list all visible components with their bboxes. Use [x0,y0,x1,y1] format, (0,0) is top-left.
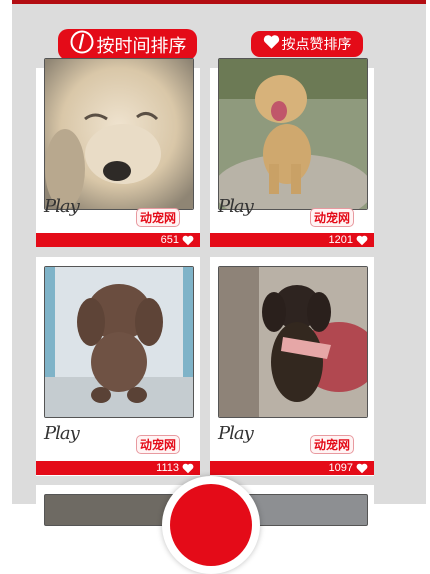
brand-logo: 动宠网 [309,208,354,227]
brand-logo: 动宠网 [135,208,180,227]
pet-photo[interactable] [44,58,194,210]
heart-icon[interactable] [182,463,194,474]
clock-icon [69,29,95,60]
likes-bar: 651 [36,233,200,247]
sort-by-likes-label: 按点赞排序 [281,37,352,53]
sort-by-time-label: 按时间排序 [96,35,187,57]
play-logo: Play [44,196,80,217]
brand-logo: 动宠网 [135,435,180,454]
upload-button[interactable] [162,476,260,574]
top-bar [12,0,426,4]
like-count: 1113 [156,462,179,474]
brand-logo: 动宠网 [309,435,354,454]
play-logo: Play [218,423,254,444]
likes-bar: 1113 [36,461,200,475]
photo-card[interactable]: Play 动宠网 651 [36,58,200,247]
likes-bar: 1097 [210,461,374,475]
play-logo: Play [218,196,254,217]
photo-card[interactable]: Play 动宠网 1097 [210,257,374,476]
upload-button-core [170,484,252,566]
pet-photo[interactable] [44,266,194,418]
pet-photo[interactable] [218,266,368,418]
likes-bar: 1201 [210,233,374,247]
heart-icon[interactable] [356,463,368,474]
heart-icon[interactable] [182,235,194,246]
photo-card[interactable]: Play 动宠网 1113 [36,257,200,476]
like-count: 1097 [328,462,353,474]
play-logo: Play [44,423,80,444]
photo-card[interactable]: Play 动宠网 1201 [210,58,374,247]
heart-icon[interactable] [356,235,368,246]
heart-icon [263,34,280,54]
like-count: 651 [160,234,179,246]
sort-by-time-button[interactable]: 按时间排序 [58,29,197,60]
sort-by-likes-button[interactable]: 按点赞排序 [251,31,363,57]
pet-photo[interactable] [218,58,368,210]
like-count: 1201 [328,234,353,246]
